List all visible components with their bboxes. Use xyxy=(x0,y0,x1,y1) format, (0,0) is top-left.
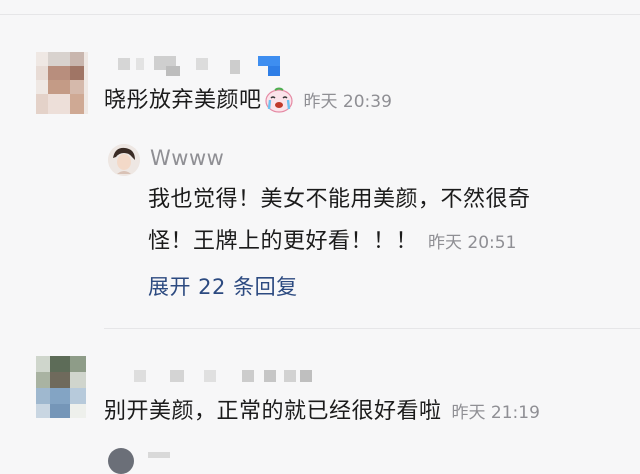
username-blurred[interactable] xyxy=(118,56,288,76)
comment-body: 别开美颜，正常的就已经很好看啦 xyxy=(104,399,442,424)
comment-time: 昨天 20:39 xyxy=(303,92,392,112)
avatar[interactable] xyxy=(36,52,88,114)
expand-replies-link[interactable]: 展开 22 条回复 xyxy=(148,271,298,301)
next-comment-avatar[interactable] xyxy=(108,448,134,474)
reply-body: 怪！王牌上的更好看！！！ xyxy=(148,229,419,254)
avatar[interactable] xyxy=(36,356,86,418)
comment-text: 晓彤放弃美颜吧 昨天 20:39 xyxy=(104,86,392,117)
username-blurred[interactable] xyxy=(134,368,314,384)
comment-body: 晓彤放弃美颜吧 xyxy=(104,88,262,113)
crying-face-emoji-icon xyxy=(264,87,294,113)
reply-username[interactable]: Wwww xyxy=(150,146,224,170)
comment-divider xyxy=(104,328,640,329)
comment-time: 昨天 21:19 xyxy=(451,403,540,423)
reply-text-line-1: 我也觉得！美女不能用美颜，不然很奇 xyxy=(148,187,531,212)
reply-text-line-2: 怪！王牌上的更好看！！！ 昨天 20:51 xyxy=(148,227,516,258)
top-divider xyxy=(0,14,640,15)
reply-avatar[interactable] xyxy=(108,144,140,176)
comment-text: 别开美颜，正常的就已经很好看啦 昨天 21:19 xyxy=(104,397,540,428)
reply-time: 昨天 20:51 xyxy=(428,233,517,253)
username-blurred[interactable] xyxy=(148,452,170,458)
